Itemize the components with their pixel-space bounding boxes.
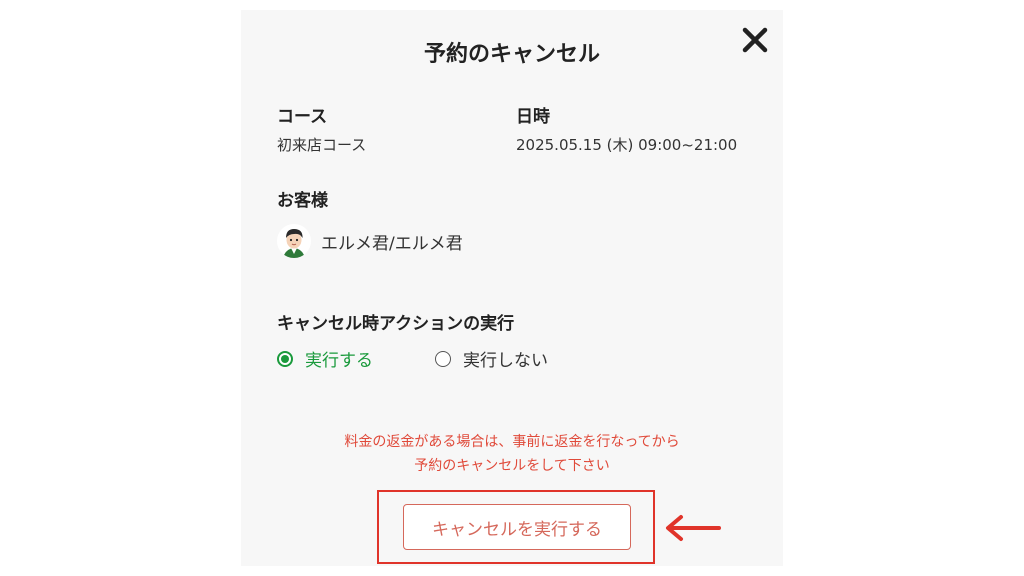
course-value: 初来店コース — [277, 136, 367, 154]
radio-button-unchecked[interactable] — [435, 350, 451, 367]
radio-option-not-execute[interactable]: 実行しない — [435, 346, 548, 371]
cancel-reservation-modal: 予約のキャンセル コース 初来店コース 日時 2025.05.15 (木) 09… — [241, 10, 783, 566]
customer-label: お客様 — [277, 191, 328, 211]
radio-button-checked[interactable] — [277, 350, 293, 367]
modal-title: 予約のキャンセル — [423, 42, 600, 67]
cancel-action-label: キャンセル時アクションの実行 — [277, 314, 515, 334]
left-arrow-icon — [666, 515, 721, 541]
highlight-box: キャンセルを実行する — [377, 490, 655, 564]
refund-warning: 料金の返金がある場合は、事前に返金を行なってから 予約のキャンセルをして下さい — [241, 430, 783, 478]
radio-option-execute[interactable]: 実行する — [277, 346, 373, 371]
close-button[interactable] — [739, 24, 771, 56]
datetime-label: 日時 — [516, 107, 550, 127]
cancel-action-radio-group: 実行する 実行しない — [277, 346, 610, 371]
warning-line-1: 料金の返金がある場合は、事前に返金を行なってから — [344, 434, 680, 450]
customer-name: エルメ君/エルメ君 — [321, 233, 463, 254]
course-label: コース — [277, 107, 328, 127]
avatar-icon — [277, 224, 311, 258]
execute-cancel-button[interactable]: キャンセルを実行する — [403, 504, 631, 550]
warning-line-2: 予約のキャンセルをして下さい — [414, 458, 610, 474]
avatar — [277, 224, 311, 258]
customer-row: エルメ君/エルメ君 — [277, 224, 463, 258]
radio-label-not-execute: 実行しない — [463, 351, 548, 371]
radio-label-execute: 実行する — [305, 351, 373, 371]
close-icon — [742, 27, 768, 53]
datetime-value: 2025.05.15 (木) 09:00~21:00 — [516, 136, 738, 154]
